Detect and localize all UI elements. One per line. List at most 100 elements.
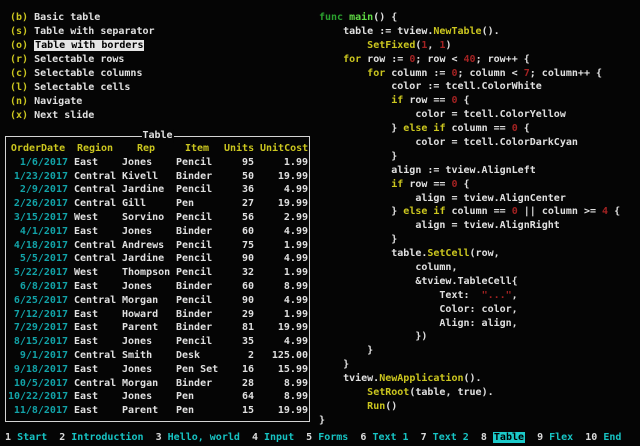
table-row[interactable]: 6/8/2017EastJonesBinder608.99 — [8, 280, 308, 294]
table-cell: Jardine — [122, 252, 170, 266]
code-line: column, — [319, 261, 620, 275]
table-row[interactable]: 11/8/2017EastParentPen1519.99 — [8, 404, 308, 418]
table-cell: Jones — [122, 390, 170, 404]
code-token: column, — [319, 262, 457, 273]
table-row[interactable]: 9/1/2017CentralSmithDesk2125.00 — [8, 349, 308, 363]
table-cell: 60 — [224, 225, 254, 239]
table-row[interactable]: 3/15/2017WestSorvinoPencil562.99 — [8, 211, 308, 225]
table-cell: Binder — [176, 225, 218, 239]
table-cell: Jones — [122, 335, 170, 349]
code-token: } — [319, 234, 397, 245]
terminal-screen: (b) Basic table(s) Table with separator(… — [0, 0, 640, 446]
table-cell: Thompson — [122, 266, 170, 280]
status-tab-number: 6 — [360, 432, 366, 443]
table-row[interactable]: 7/12/2017EastHowardBinder291.99 — [8, 308, 308, 322]
table-row[interactable]: 4/18/2017CentralAndrewsPencil751.99 — [8, 239, 308, 253]
table-cell: 3/15/2017 — [8, 211, 68, 225]
table-cell: 125.00 — [260, 349, 308, 363]
code-token: { — [458, 179, 470, 190]
code-line: SetFixed(1, 1) — [319, 39, 620, 53]
status-tab-table[interactable]: 8 Table — [481, 432, 525, 443]
menu-item-key: (x) — [10, 110, 28, 121]
table-row[interactable]: 6/25/2017CentralMorganPencil904.99 — [8, 294, 308, 308]
table-cell: 2/26/2017 — [8, 197, 68, 211]
code-token: (row, — [470, 248, 500, 259]
code-token — [319, 401, 367, 412]
menu-item-label: Selectable rows — [34, 54, 124, 65]
status-tab-input[interactable]: 4 Input — [252, 432, 294, 443]
table-row[interactable]: 1/23/2017CentralKivellBinder5019.99 — [8, 170, 308, 184]
code-line: for column := 0; column < 7; column++ { — [319, 67, 620, 81]
code-token: tview. — [319, 373, 379, 384]
table-row[interactable]: 7/29/2017EastParentBinder8119.99 — [8, 321, 308, 335]
code-token: if — [391, 95, 403, 106]
menu-item-selectable-rows[interactable]: (r) Selectable rows — [10, 53, 155, 67]
table-cell: 9/1/2017 — [8, 349, 68, 363]
table-cell: 15 — [224, 404, 254, 418]
status-tab-number: 4 — [252, 432, 258, 443]
table-cell: Binder — [176, 377, 218, 391]
code-line: align = tview.AlignRight — [319, 219, 620, 233]
status-tab-flex[interactable]: 9 Flex — [537, 432, 573, 443]
menu-item-next-slide[interactable]: (x) Next slide — [10, 109, 155, 123]
table-cell: 4/1/2017 — [8, 225, 68, 239]
table-row[interactable]: 4/1/2017EastJonesBinder604.99 — [8, 225, 308, 239]
data-table: OrderDateRegionRepItemUnitsUnitCost1/6/2… — [8, 142, 308, 418]
code-token: NewTable — [433, 26, 481, 37]
status-bar: 1 Start 2 Introduction 3 Hello, world 4 … — [5, 430, 621, 445]
table-cell: 28 — [224, 377, 254, 391]
table-row[interactable]: 5/22/2017WestThompsonPencil321.99 — [8, 266, 308, 280]
status-tab-hello-world[interactable]: 3 Hello, world — [156, 432, 240, 443]
code-line: } else if column == 0 || column >= 4 { — [319, 205, 620, 219]
status-tab-start[interactable]: 1 Start — [5, 432, 47, 443]
code-line: color = tcell.ColorYellow — [319, 108, 620, 122]
code-token — [319, 179, 391, 190]
slide-menu: (b) Basic table(s) Table with separator(… — [10, 11, 155, 123]
table-row[interactable]: 10/22/2017EastJonesPen648.99 — [8, 390, 308, 404]
menu-item-table-with-borders[interactable]: (o) Table with borders — [10, 39, 155, 53]
code-line: Text: "...", — [319, 289, 620, 303]
table-cell: 7/29/2017 — [8, 321, 68, 335]
code-token: ; row++ { — [476, 54, 530, 65]
table-cell: 75 — [224, 239, 254, 253]
menu-item-selectable-cells[interactable]: (l) Selectable cells — [10, 81, 155, 95]
table-cell: 2 — [224, 349, 254, 363]
code-line: Align: align, — [319, 317, 620, 331]
table-row[interactable]: 1/6/2017EastJonesPencil951.99 — [8, 156, 308, 170]
table-row[interactable]: 10/5/2017CentralMorganBinder288.99 — [8, 377, 308, 391]
status-tab-number: 9 — [537, 432, 543, 443]
status-tab-text-1[interactable]: 6 Text 1 — [360, 432, 408, 443]
menu-item-selectable-columns[interactable]: (c) Selectable columns — [10, 67, 155, 81]
status-tab-forms[interactable]: 5 Forms — [306, 432, 348, 443]
status-tab-text-2[interactable]: 7 Text 2 — [421, 432, 469, 443]
table-row[interactable]: 2/9/2017CentralJardinePencil364.99 — [8, 183, 308, 197]
status-tab-introduction[interactable]: 2 Introduction — [59, 432, 143, 443]
code-token: } — [319, 151, 397, 162]
table-cell: 5/5/2017 — [8, 252, 68, 266]
table-header-cell: Units — [224, 142, 254, 156]
status-tab-end[interactable]: 10 End — [585, 432, 621, 443]
code-token — [319, 40, 367, 51]
code-token: (). — [482, 26, 500, 37]
table-row[interactable]: 5/5/2017CentralJardinePencil904.99 — [8, 252, 308, 266]
table-row[interactable]: 8/15/2017EastJonesPencil354.99 — [8, 335, 308, 349]
menu-item-label: Table with borders — [34, 40, 144, 51]
table-cell: East — [74, 335, 116, 349]
code-token: (table, true). — [409, 387, 493, 398]
code-token — [319, 54, 343, 65]
menu-item-basic-table[interactable]: (b) Basic table — [10, 11, 155, 25]
table-cell: Pencil — [176, 335, 218, 349]
table-cell: East — [74, 308, 116, 322]
table-row[interactable]: 2/26/2017CentralGillPen2719.99 — [8, 197, 308, 211]
menu-item-label: Selectable cells — [34, 82, 130, 93]
table-row[interactable]: 9/18/2017EastJonesPen Set1615.99 — [8, 363, 308, 377]
menu-item-key: (r) — [10, 54, 28, 65]
menu-item-navigate[interactable]: (n) Navigate — [10, 95, 155, 109]
code-token: if — [391, 179, 403, 190]
menu-item-key: (n) — [10, 96, 28, 107]
code-token: { — [458, 95, 470, 106]
table-cell: East — [74, 363, 116, 377]
menu-item-table-with-separator[interactable]: (s) Table with separator — [10, 25, 155, 39]
code-token: Run — [367, 401, 385, 412]
table-cell: Central — [74, 170, 116, 184]
